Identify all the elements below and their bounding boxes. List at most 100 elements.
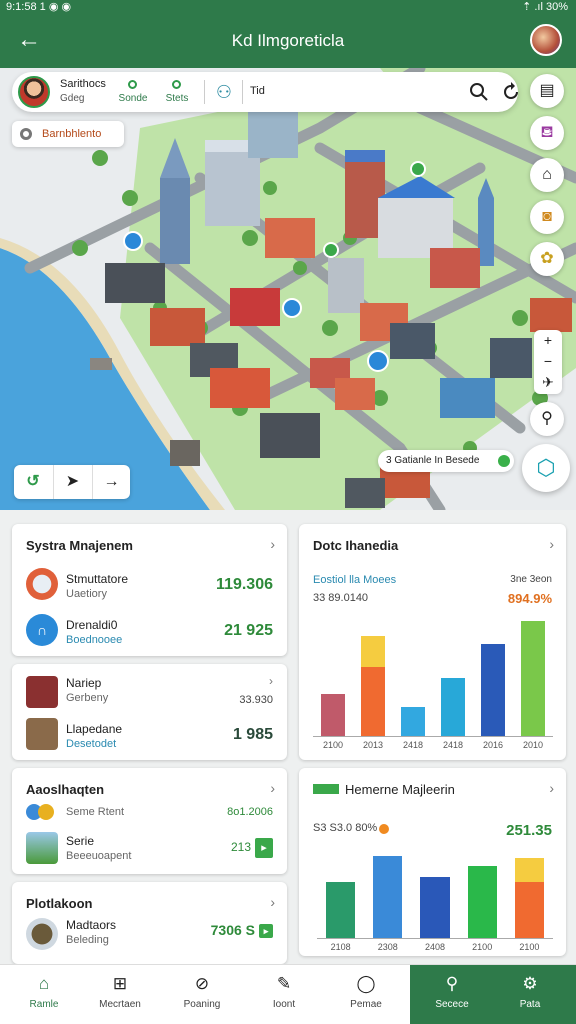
chart-axis xyxy=(313,736,553,737)
row-subtitle: Desetodet xyxy=(66,738,117,750)
row-value: 8o1.2006 xyxy=(227,806,273,818)
home-icon: ⌂ xyxy=(38,974,50,993)
place-dot-icon xyxy=(498,455,510,467)
chart-tick-label: 2100 xyxy=(472,942,493,952)
map-action-button[interactable]: ⬡ xyxy=(522,444,570,492)
chart-bar[interactable] xyxy=(360,636,386,667)
tool-icon: ∩ xyxy=(26,614,58,646)
chart-tick-label: 2016 xyxy=(482,740,504,750)
chevron-right-icon[interactable]: › xyxy=(549,536,554,552)
chart-bar[interactable] xyxy=(480,643,506,736)
chevron-right-icon[interactable]: › xyxy=(549,780,554,796)
chart-bar[interactable] xyxy=(440,678,466,736)
chart-bar[interactable] xyxy=(373,856,403,938)
list-card-2[interactable]: Nariep Gerbeny › 33.930 Llapedane Deseto… xyxy=(12,664,287,760)
chevron-right-icon[interactable]: › xyxy=(270,536,275,552)
chart-bar[interactable] xyxy=(325,882,356,938)
chart-right-value: 251.35 xyxy=(506,822,552,839)
row-title: Stmuttatore xyxy=(66,572,129,586)
recenter-icon[interactable]: ↺ xyxy=(14,465,52,499)
chevron-right-icon[interactable]: › xyxy=(270,894,275,910)
nav-places[interactable]: ◯ Pemae xyxy=(332,965,400,1024)
badge-icon[interactable]: ▸ xyxy=(259,924,273,939)
gear-icon: ⚙ xyxy=(522,974,538,993)
chevron-right-icon[interactable]: › xyxy=(269,674,273,688)
profile-avatar[interactable] xyxy=(530,24,562,56)
chevron-right-icon[interactable]: › xyxy=(270,780,275,796)
chart-bar[interactable] xyxy=(467,866,497,938)
nav-edit[interactable]: ✎ Ioont xyxy=(250,965,318,1024)
zoom-out-button[interactable]: − xyxy=(534,351,562,372)
camera-icon[interactable]: ◙ xyxy=(530,200,564,234)
nav-grid[interactable]: ⊞ Mecrtaen xyxy=(86,965,154,1024)
direction-arrow-icon[interactable]: ➤ xyxy=(53,465,91,499)
user-search-card[interactable]: Sarithocs Gdeg Sonde Stets ⚇ Tid xyxy=(12,72,518,112)
location-chip[interactable]: Barnbhlento xyxy=(12,121,124,147)
status-time: 9:1:58 1 ◉ ◉ xyxy=(6,1,72,13)
page-title: Kd Ilmgoreticla xyxy=(231,31,345,50)
row-value: 7306 S xyxy=(210,922,255,938)
chart-card-1[interactable]: Dotc Ihanedia › Eostiol lla Moees 33 89.… xyxy=(299,524,566,760)
chart-subtitle: Eostiol lla Moees xyxy=(313,574,397,586)
row-value: 1 985 xyxy=(232,726,273,743)
chart-subvalue: 33 89.0140 xyxy=(313,592,369,604)
chart-bar[interactable] xyxy=(400,707,426,736)
nav-label: Mecrtaen xyxy=(99,999,141,1010)
location-ring-icon xyxy=(20,128,32,140)
user-avatar[interactable] xyxy=(18,76,50,108)
app-header: 9:1:58 1 ◉ ◉ ⇡ .ıl 30% ← Kd Ilmgoreticla xyxy=(0,0,576,68)
chart-tick-label: 2013 xyxy=(362,740,384,750)
chart-card-2[interactable]: Hemerne Majleerin › S3 S3.0 80% 251.35 2… xyxy=(299,768,566,956)
house-icon[interactable]: ⌂ xyxy=(530,158,564,192)
poi-icon[interactable]: ⚲ xyxy=(530,402,564,436)
status-tag-stets[interactable]: Stets xyxy=(162,80,192,104)
list-card-3[interactable]: Aaoslhaqten › Seme Rtent 8o1.2006 Serie … xyxy=(12,768,287,874)
nav-label: Pata xyxy=(519,999,541,1010)
park-icon xyxy=(26,832,58,864)
row-subtitle: Beleding xyxy=(66,934,109,946)
nav-planning[interactable]: ⊘ Poaning xyxy=(168,965,236,1024)
divider xyxy=(204,80,205,104)
chart-bar[interactable] xyxy=(514,858,545,882)
teapot-icon[interactable]: ⛾ xyxy=(530,116,564,150)
status-dot-icon xyxy=(379,824,389,834)
row-title: Drenaldi0 xyxy=(66,618,118,632)
route-icon[interactable]: → xyxy=(92,465,130,499)
zoom-in-button[interactable]: + xyxy=(534,330,562,351)
chart-axis xyxy=(317,938,553,939)
place-label-text: 3 Gatianle In Besede xyxy=(386,455,480,466)
nav-settings[interactable]: ⚙ Pata xyxy=(496,965,564,1024)
status-dot-icon xyxy=(172,80,181,89)
vehicle-icon xyxy=(26,918,58,950)
flower-icon[interactable]: ✿ xyxy=(530,242,564,276)
chart-tick-label: 2100 xyxy=(322,740,344,750)
coin-icon xyxy=(26,804,70,820)
status-tag-sonde[interactable]: Sonde xyxy=(116,80,150,104)
nav-search[interactable]: ⚲ Secece xyxy=(418,965,486,1024)
row-value-group: 7306 S ▸ xyxy=(210,922,273,939)
chart-bar[interactable] xyxy=(520,620,546,736)
document-icon[interactable]: ▤ xyxy=(530,74,564,108)
chart-bar[interactable] xyxy=(320,693,346,736)
nav-home[interactable]: ⌂ Ramle xyxy=(10,965,78,1024)
place-label[interactable]: 3 Gatianle In Besede xyxy=(378,450,514,472)
card-title: Systra Mnajenem xyxy=(26,538,133,553)
chart-bar[interactable] xyxy=(420,877,450,938)
refresh-icon[interactable] xyxy=(500,81,522,103)
badge-icon[interactable]: ▸ xyxy=(255,838,273,858)
chart-bar[interactable] xyxy=(514,882,545,938)
status-dot-icon xyxy=(128,80,137,89)
people-icon[interactable]: ⚇ xyxy=(212,81,236,103)
system-management-card[interactable]: Systra Mnajenem › Stmuttatore Uaetiory 1… xyxy=(12,524,287,656)
airplane-icon[interactable]: ✈ xyxy=(534,372,562,393)
chart-subtitle: S3 S3.0 80% xyxy=(313,822,378,834)
user-name: Sarithocs xyxy=(60,78,106,90)
legend-swatch-icon xyxy=(313,784,339,794)
search-icon[interactable] xyxy=(468,81,490,103)
chart-bar[interactable] xyxy=(360,666,386,736)
chart-tick-label: 2010 xyxy=(522,740,544,750)
circle-icon: ◯ xyxy=(356,974,376,993)
row-title: Llapedane xyxy=(66,722,123,736)
search-input[interactable]: Tid xyxy=(250,85,265,97)
list-card-4[interactable]: Plotlakoon › Madtaors Beleding 7306 S ▸ xyxy=(12,882,287,964)
